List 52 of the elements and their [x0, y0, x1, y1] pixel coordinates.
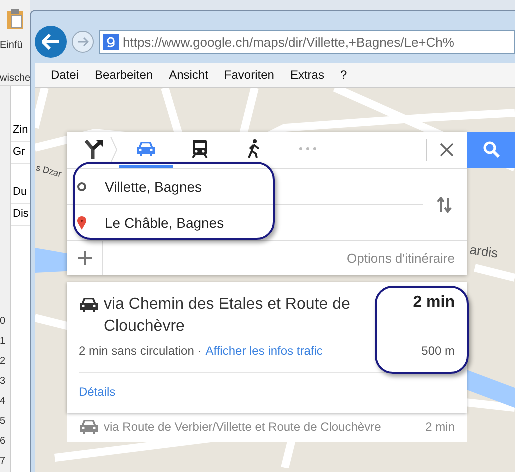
menu-item[interactable]: Extras — [290, 68, 324, 82]
more-dots-icon — [299, 146, 317, 150]
site-icon — [103, 34, 119, 50]
route-distance: 500 m — [422, 344, 455, 358]
menu-item[interactable]: Ansicht — [169, 68, 208, 82]
route-card[interactable]: via Chemin des Etales et Route de Clouchèvre 2 min 2 min sans circulation · Afficher les infos trafic 500 m Détails — [67, 282, 467, 413]
origin-circle-icon — [77, 182, 87, 192]
ribbon-label[interactable]: Einfü — [0, 40, 30, 51]
swap-arrows-icon — [437, 196, 453, 212]
car-icon — [79, 419, 99, 434]
train-icon — [192, 138, 208, 158]
destination-field[interactable]: Le Châble, Bagnes — [105, 210, 423, 234]
row-number: 4 — [0, 395, 7, 409]
car-icon — [136, 141, 156, 156]
start-field[interactable]: Villette, Bagnes — [105, 174, 423, 198]
route-duration: 2 min — [413, 294, 455, 312]
row-number: 6 — [0, 435, 7, 449]
location-pin-icon — [77, 216, 87, 230]
search-button[interactable] — [467, 132, 515, 168]
back-arrow-icon — [42, 34, 60, 50]
route-title: via Chemin des Etales et Route de Clouchèvre — [104, 295, 352, 337]
row-number: 2 — [0, 355, 7, 369]
turn-arrow-icon — [83, 138, 105, 158]
clipboard-icon[interactable] — [6, 8, 24, 30]
car-icon — [79, 297, 99, 312]
menu-item[interactable]: Bearbeiten — [95, 68, 154, 82]
menu-item[interactable]: ? — [340, 68, 348, 82]
traffic-note: 2 min sans circulation · — [79, 344, 202, 358]
route-card[interactable]: via Route de Verbier/Villette et Route de Clouchèvre 2 min — [67, 413, 467, 442]
search-icon — [483, 141, 501, 159]
row-number: 7 — [0, 455, 7, 469]
map-label: ardis — [469, 242, 500, 261]
address-bar[interactable]: https://www.google.ch/maps/dir/Villette,+Bagnes/Le+Ch% — [99, 30, 515, 54]
route-duration: 2 min — [426, 420, 455, 434]
row-number: 3 — [0, 375, 7, 389]
ribbon-group-label: wische — [0, 73, 30, 84]
menu-item[interactable]: Datei — [51, 68, 80, 82]
forward-arrow-icon — [77, 37, 89, 47]
route-title: via Route de Verbier/Villette et Route de Clouchèvre — [104, 420, 382, 434]
back-button[interactable] — [35, 26, 67, 58]
plus-icon — [78, 251, 92, 265]
row-number: 0 — [0, 315, 7, 329]
map-label: s Dzar — [35, 162, 63, 180]
walking-person-icon — [247, 138, 261, 158]
traffic-link[interactable]: Afficher les infos trafic — [206, 344, 323, 358]
menu-item[interactable]: Favoriten — [224, 68, 274, 82]
route-options-link[interactable]: Options d'itinéraire — [347, 250, 455, 266]
row-number: 5 — [0, 415, 7, 429]
close-icon — [440, 143, 454, 157]
row-number: 1 — [0, 335, 7, 349]
chevron-separator-icon — [109, 135, 119, 165]
details-link[interactable]: Détails — [79, 385, 116, 399]
